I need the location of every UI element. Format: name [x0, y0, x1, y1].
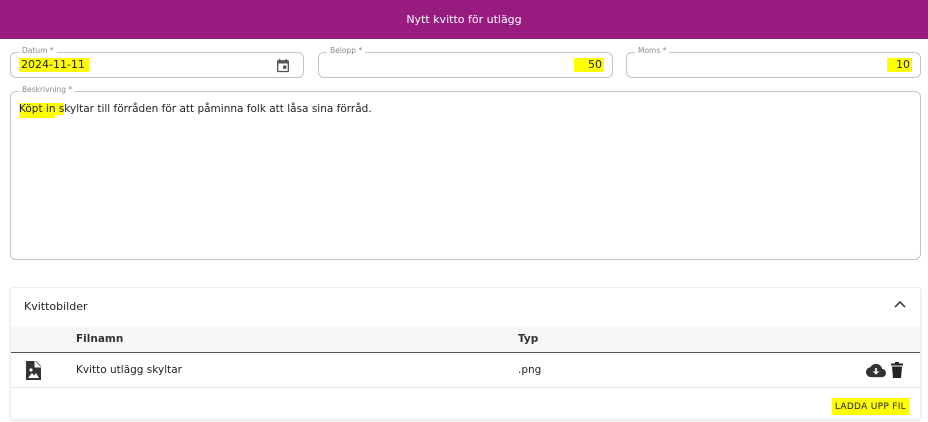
vat-field[interactable]: Moms * 10 — [626, 46, 921, 78]
trash-icon[interactable] — [891, 362, 903, 378]
amount-value: 50 — [574, 58, 604, 72]
upload-file-label: LADDA UPP FIL — [834, 401, 906, 412]
date-label: Datum * — [19, 46, 57, 56]
receipts-table-header: Filnamn Typ — [11, 326, 920, 353]
description-value: Köpt in skyltar till förråden för att på… — [19, 102, 372, 118]
upload-file-button[interactable]: LADDA UPP FIL — [831, 398, 909, 415]
row-filename: Kvitto utlägg skyltar — [76, 364, 182, 376]
vat-value: 10 — [887, 58, 912, 72]
amount-label: Belopp * — [327, 46, 366, 56]
dialog-title: Nytt kvitto för utlägg — [406, 13, 522, 26]
date-value: 2024-11-11 — [19, 58, 89, 72]
dialog-header: Nytt kvitto för utlägg — [0, 0, 928, 39]
description-rest: kyltar till förråden för att påminna fol… — [64, 103, 372, 115]
column-filename: Filnamn — [76, 333, 124, 345]
description-label: Beskrivning * — [19, 85, 76, 95]
cloud-download-icon[interactable] — [866, 363, 886, 378]
calendar-icon[interactable] — [275, 57, 291, 74]
row-type: .png — [518, 364, 542, 376]
chevron-up-icon[interactable] — [894, 300, 906, 308]
description-mid: s — [55, 103, 65, 115]
amount-field[interactable]: Belopp * 50 — [318, 46, 613, 78]
description-field[interactable]: Beskrivning * Köpt in skyltar till förrå… — [10, 85, 921, 260]
receipts-panel: Kvittobilder Filnamn Typ Kvitto utlägg s… — [10, 287, 921, 420]
vat-label: Moms * — [635, 46, 670, 56]
table-row: Kvitto utlägg skyltar .png — [11, 354, 920, 388]
date-field[interactable]: Datum * 2024-11-11 — [10, 46, 304, 78]
description-highlight: Köpt in — [19, 103, 56, 118]
column-type: Typ — [518, 333, 539, 345]
image-file-icon — [26, 361, 41, 380]
receipts-title: Kvittobilder — [24, 300, 88, 313]
